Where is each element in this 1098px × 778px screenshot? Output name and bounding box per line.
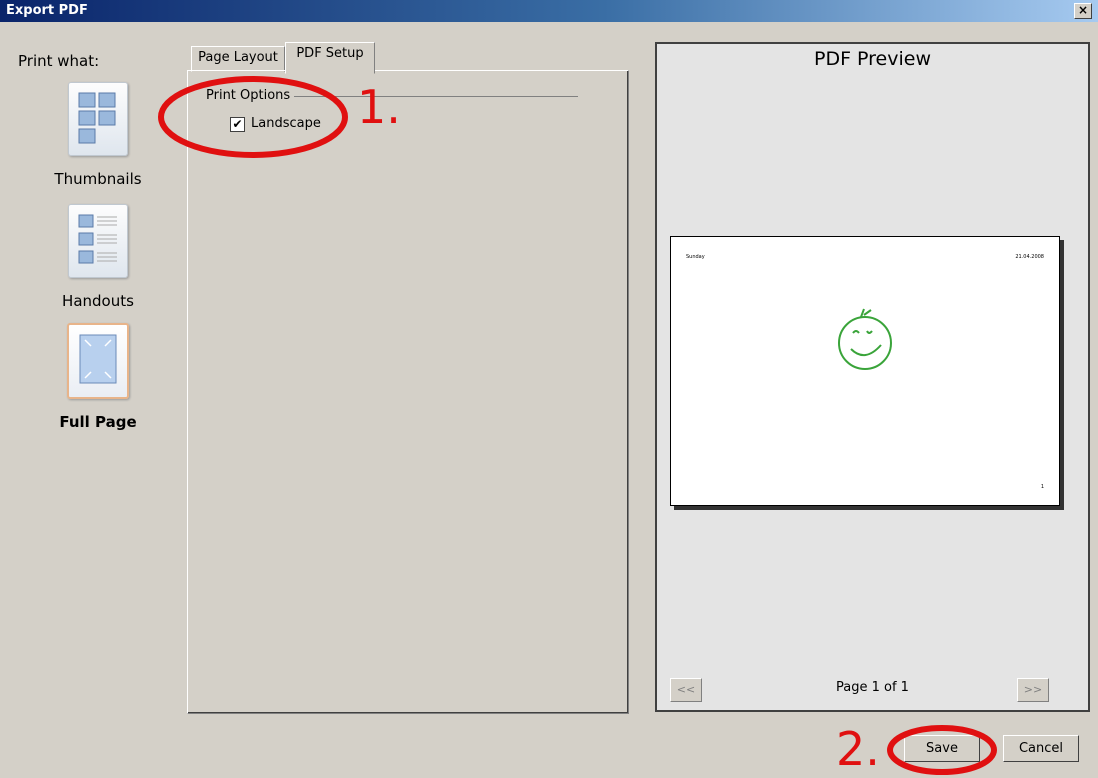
- preview-title: PDF Preview: [813, 48, 931, 70]
- landscape-label[interactable]: Landscape: [251, 116, 321, 131]
- title-bar: Export PDF ×: [0, 0, 1098, 22]
- sidebar-item-label: Handouts: [62, 292, 134, 310]
- check-icon: ✔: [232, 117, 243, 131]
- page-header-right: 21.04.2008: [1015, 254, 1044, 260]
- window-title: Export PDF: [6, 3, 88, 18]
- thumbnails-icon: [68, 82, 128, 156]
- next-icon: >>: [1023, 683, 1043, 696]
- print-options-group-title: Print Options: [206, 88, 295, 103]
- landscape-checkbox[interactable]: ✔: [230, 117, 245, 132]
- sidebar-item-full-page[interactable]: Full Page: [38, 323, 158, 431]
- tab-label: PDF Setup: [296, 46, 364, 61]
- page-header-left: Sunday: [686, 254, 705, 260]
- annotation-step-2: 2.: [836, 722, 880, 776]
- pdf-setup-panel: [187, 70, 629, 714]
- save-button[interactable]: Save: [904, 735, 980, 762]
- annotation-step-1: 1.: [357, 80, 401, 134]
- pdf-preview-pane: PDF Preview Sunday 21.04.2008 1 << Page …: [655, 42, 1090, 712]
- tab-pdf-setup[interactable]: PDF Setup: [285, 42, 375, 74]
- sidebar-item-handouts[interactable]: Handouts: [38, 204, 158, 310]
- sidebar-item-thumbnails[interactable]: Thumbnails: [38, 82, 158, 188]
- print-what-label: Print what:: [18, 52, 100, 70]
- full-page-icon: [67, 323, 129, 399]
- smiley-drawing: [838, 308, 892, 370]
- sidebar-item-label: Full Page: [59, 413, 137, 431]
- close-icon: ×: [1077, 3, 1089, 17]
- tab-page-layout[interactable]: Page Layout: [191, 46, 285, 72]
- cancel-button[interactable]: Cancel: [1003, 735, 1079, 762]
- next-page-button[interactable]: >>: [1017, 678, 1049, 702]
- tab-label: Page Layout: [198, 50, 278, 65]
- group-divider: [288, 96, 578, 97]
- page-number: 1: [1040, 484, 1044, 490]
- close-button[interactable]: ×: [1074, 3, 1092, 19]
- sidebar-item-label: Thumbnails: [54, 170, 142, 188]
- preview-page: Sunday 21.04.2008 1: [670, 236, 1060, 506]
- handouts-icon: [68, 204, 128, 278]
